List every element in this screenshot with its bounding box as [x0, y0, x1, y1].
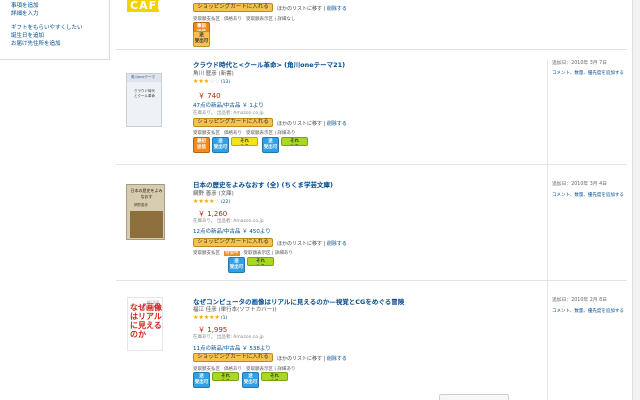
wish-actions: ほかのリストに移す | 削除する [277, 356, 347, 362]
add-to-cart-button[interactable]: ショッピングカートに入れる [193, 118, 273, 127]
sidebar-link-add-birthday[interactable]: 誕生日を追加 [11, 31, 44, 39]
label: 価格あり [224, 131, 242, 136]
move-to-list-link[interactable]: ほかのリストに移す [277, 356, 322, 362]
offers-link[interactable]: 11点の新品/中古品 ￥ 538より [193, 344, 271, 352]
rating-count[interactable]: (1) [221, 316, 227, 321]
tag-badge[interactable]: それ める [281, 137, 308, 146]
delete-link[interactable]: 削除する [327, 356, 347, 362]
vertical-scrollbar[interactable] [632, 0, 640, 400]
wishlist-sidebar: 事項を追加 詳細を入力 ギフトをもらいやすくしたい 誕生日を追加 お届け先住所を… [0, 0, 110, 60]
tag-badge[interactable]: 送 受出可 [242, 372, 259, 388]
tag-badge[interactable]: それ める [212, 372, 239, 381]
wish-actions: ほかのリストに移す | 削除する [277, 241, 347, 247]
sidebar-link-add-address[interactable]: お届け先住所を追加 [11, 39, 61, 47]
rating-stars[interactable]: ★★★☆☆(13) [193, 78, 230, 85]
tag-badge[interactable]: それ める [247, 257, 274, 266]
cover-title: 日本の歴史をよみなおす [130, 188, 163, 199]
item-separator [116, 49, 627, 50]
shipping-info: 在庫あり。 出品者: Amazon.co.jp [193, 111, 264, 116]
sidebar-link-gift-easier[interactable]: ギフトをもらいやすくしたい [11, 23, 83, 31]
cover-series: 角川oneテーマ [131, 75, 156, 79]
book-cover-image[interactable]: 角川oneテーマ クラウド時代とクール革命 [126, 73, 162, 127]
book-cover-image[interactable]: 日本の歴史をよみなおす 網野善彦 [126, 184, 165, 240]
cover-lettering: CAFE [130, 0, 159, 12]
item-separator [116, 280, 627, 281]
shipping-info: 在庫あり。 出品者: Amazon.co.jp [193, 219, 264, 224]
label: 特価中 [224, 251, 240, 256]
tag-badge[interactable]: 送 受出可 [212, 137, 229, 153]
condition-labels: 受取額支払区 特価中 受取額表示区 | 詳細あり [193, 250, 297, 256]
label: 価格あり [224, 17, 242, 22]
shipping-info: 在庫あり。 出品者: Amazon.co.jp [193, 335, 264, 340]
date-added: 追加日：2010年 3月 7日 [552, 61, 607, 66]
date-added: 追加日：2010年 2月 8日 [552, 298, 607, 303]
label: 受取額支払区 [193, 251, 220, 256]
tag-badge[interactable]: 送 受出可 [228, 257, 245, 273]
move-to-list-link[interactable]: ほかのリストに移す [277, 121, 322, 127]
condition-labels: 受取額支払区 価格あり 受取額表示区 | 詳細なし [193, 16, 299, 22]
add-comment-link[interactable]: コメント、数量、優先度を追加する [552, 308, 624, 314]
label: 受取額表示区 | 詳細なし [246, 17, 296, 22]
tag-badge[interactable]: 最初 送信 [193, 137, 210, 153]
delete-link[interactable]: 削除する [327, 6, 347, 12]
cover-subtitle: コンピュータの [140, 306, 162, 310]
label: 受取額表示区 | 詳細あり [243, 251, 293, 256]
product-title[interactable]: 日本の歴史をよみなおす (全) (ちくま学芸文庫) [193, 179, 333, 189]
tag-badge[interactable]: 送 受出可 [193, 372, 210, 388]
product-author: 角川 歴彦 (新書) [193, 71, 234, 77]
column-divider [547, 60, 548, 400]
book-cover-image[interactable]: CAFE [127, 0, 159, 12]
cover-title: クラウド時代とクール革命 [134, 89, 155, 98]
sidebar-link-details[interactable]: 詳細を入力 [11, 9, 39, 17]
pagination-box[interactable] [439, 394, 509, 400]
product-title[interactable]: クラウド時代と<クール革命> (角川oneテーマ21) [193, 59, 345, 69]
rating-stars[interactable]: ★★★★★(1) [193, 314, 227, 321]
wish-actions: ほかのリストに移す | 削除する [277, 6, 347, 12]
tag-badge[interactable]: それ める [231, 137, 258, 146]
move-to-list-link[interactable]: ほかのリストに移す [277, 241, 322, 247]
add-to-cart-button[interactable]: ショッピングカートに入れる [193, 353, 273, 362]
add-comment-link[interactable]: コメント、数量、優先度を追加する [552, 192, 624, 198]
add-comment-link[interactable]: コメント、数量、優先度を追加する [552, 70, 624, 76]
item-separator [116, 164, 627, 165]
delete-link[interactable]: 削除する [327, 121, 347, 127]
tag-badge[interactable]: 送 受出可 [193, 31, 210, 47]
date-added: 追加日：2010年 3月 4日 [552, 182, 607, 187]
wish-actions: ほかのリストに移す | 削除する [277, 121, 347, 127]
add-to-cart-button[interactable]: ショッピングカートに入れる [193, 3, 273, 12]
label: 受取額支払区 [193, 131, 220, 136]
offers-link[interactable]: 47点の新品/中古品 ￥ 1より [193, 101, 264, 109]
offers-link[interactable]: 12点の新品/中古品 ￥ 450より [193, 227, 271, 235]
rating-count[interactable]: (13) [221, 80, 230, 85]
book-cover-image[interactable]: 福江佳彦 なぜ画像はリアルに見えるのか コンピュータの [127, 297, 163, 351]
product-price: ￥ 740 [198, 92, 221, 100]
move-to-list-link[interactable]: ほかのリストに移す [277, 6, 322, 12]
condition-labels: 受取額支払区 価格あり 受取額表示区 | 詳細あり [193, 130, 299, 136]
tag-badge[interactable]: 送 受出可 [262, 137, 279, 153]
tag-badge[interactable]: それ める [261, 372, 288, 381]
cover-illustration [130, 211, 163, 238]
label: 受取額表示区 | 詳細あり [246, 131, 296, 136]
delete-link[interactable]: 削除する [327, 241, 347, 247]
product-author: 網野 善彦 (文庫) [193, 191, 234, 197]
cover-author: 網野善彦 [134, 203, 148, 207]
add-to-cart-button[interactable]: ショッピングカートに入れる [193, 238, 273, 247]
rating-count[interactable]: (22) [221, 200, 230, 205]
sidebar-link-add-items[interactable]: 事項を追加 [11, 1, 39, 9]
product-author: 福江 佳彦 (単行本(ソフトカバー)) [193, 307, 277, 313]
rating-stars[interactable]: ★★★★☆(22) [193, 198, 230, 205]
